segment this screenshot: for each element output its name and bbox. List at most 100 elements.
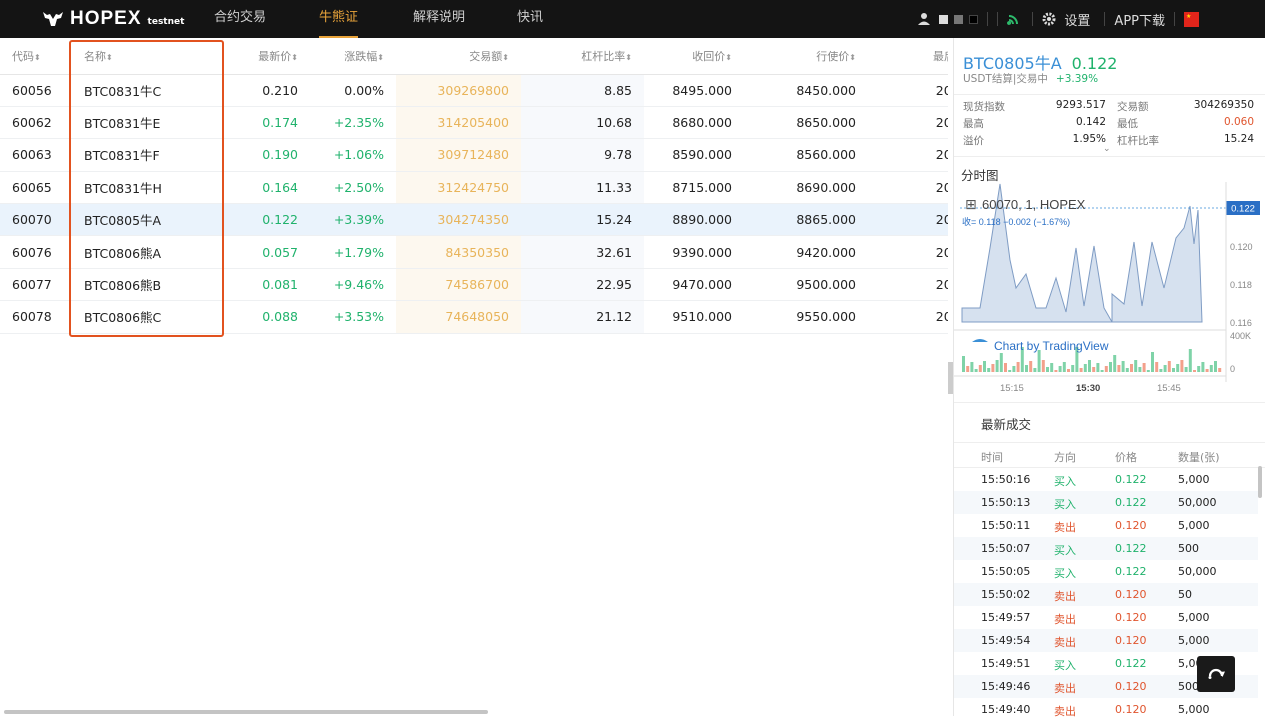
- settlement-status: USDT结算|交易中: [963, 73, 1048, 85]
- chart-close-readout: 收= 0.118 −0.002 (−1.67%): [962, 216, 1070, 227]
- col-leverage[interactable]: 杠杆比率⬍: [521, 38, 644, 75]
- trade-qty: 5,000: [1178, 634, 1210, 647]
- trade-price: 0.120: [1115, 588, 1147, 601]
- trade-time: 15:50:11: [981, 519, 1031, 532]
- trade-qty: 500: [1178, 680, 1199, 693]
- settings-link[interactable]: 设置: [1064, 10, 1090, 29]
- nav-news[interactable]: 快讯: [517, 0, 543, 38]
- volume-bar: [1205, 369, 1209, 372]
- cell-strike: 9500.000: [744, 268, 868, 302]
- volume-bar: [978, 365, 982, 372]
- cell-date: 2020-08: [868, 106, 948, 140]
- gear-icon[interactable]: [1042, 12, 1056, 26]
- trade-row: 15:50:07 买入 0.122 500: [954, 537, 1258, 560]
- table-row[interactable]: 60070 BTC0805牛A 0.122 +3.39% 304274350 15.24 8…: [0, 203, 948, 237]
- table-row[interactable]: 60062 BTC0831牛E 0.174 +2.35% 314205400 10.68 8…: [0, 106, 948, 140]
- nav-explanation[interactable]: 解释说明: [413, 0, 465, 38]
- volume-bar: [1117, 365, 1121, 372]
- cell-name: BTC0806熊A: [70, 235, 222, 269]
- trade-qty: 500: [1178, 542, 1199, 555]
- volume-bar: [1104, 366, 1108, 372]
- cell-change: +3.53%: [310, 300, 396, 334]
- col-volume[interactable]: 交易额⬍: [396, 38, 521, 75]
- trades-title: 最新成交: [981, 417, 1032, 432]
- chart-legend: 60070, 1, HOPEX: [982, 197, 1086, 212]
- trade-time: 15:50:05: [981, 565, 1031, 578]
- volume-bar: [999, 353, 1003, 372]
- col-last-trade-date[interactable]: 最后交易日: [868, 38, 948, 75]
- volume-bar: [1201, 362, 1205, 372]
- col-strike-price[interactable]: 行使价⬍: [744, 38, 868, 75]
- divider: [954, 94, 1265, 95]
- status-block-icon: [954, 14, 964, 24]
- volume-bar: [1041, 360, 1045, 372]
- trade-qty: 5,000: [1178, 611, 1210, 624]
- cell-code: 60076: [0, 235, 70, 269]
- cell-date: 2020-08: [868, 268, 948, 302]
- volume-bar: [1130, 364, 1133, 372]
- volume-bar: [1142, 363, 1146, 372]
- col-recall-price[interactable]: 收回价⬍: [644, 38, 744, 75]
- trades-scrollbar[interactable]: [1258, 466, 1262, 498]
- trade-row: 15:50:16 买入 0.122 5,000: [954, 468, 1258, 491]
- user-icon[interactable]: [917, 12, 931, 26]
- cell-date: 2020-08: [868, 235, 948, 269]
- cell-volume: 74586700: [396, 268, 521, 302]
- time-axis-label: 15:15: [1000, 383, 1024, 394]
- symbol-status: USDT结算|交易中 +3.39%: [963, 71, 1098, 86]
- nav-cbbc[interactable]: 牛熊证: [319, 0, 359, 38]
- logo-sub: testnet: [147, 17, 185, 27]
- cell-recall: 9470.000: [644, 268, 744, 302]
- nav-contract-trading[interactable]: 合约交易: [214, 0, 266, 38]
- table-row[interactable]: 60077 BTC0806熊B 0.081 +9.46% 74586700 22.95 94…: [0, 268, 948, 302]
- intraday-chart[interactable]: 0.122 ⊞ 60070, 1, HOPEX 收= 0.118 −0.002 …: [954, 182, 1265, 402]
- volume-bar: [987, 368, 991, 372]
- divider: [1104, 12, 1106, 26]
- trade-time: 15:49:57: [981, 611, 1031, 624]
- cell-volume: 304274350: [396, 203, 521, 237]
- table-row[interactable]: 60056 BTC0831牛C 0.210 0.00% 309269800 8.85 849…: [0, 74, 948, 107]
- scrollbar-thumb[interactable]: [4, 710, 488, 714]
- low-value: 0.060: [1223, 116, 1254, 128]
- trade-row: 15:49:57 卖出 0.120 5,000: [954, 606, 1258, 629]
- volume-bar: [1100, 370, 1104, 372]
- table-header: 代码⬍ 名称⬍ 最新价⬍ 涨跌幅⬍ 交易额⬍ 杠杆比率⬍ 收回价⬍ 行使价⬍ 最…: [0, 38, 948, 75]
- volume-bar: [1046, 367, 1049, 372]
- logo[interactable]: HOPEX testnet: [42, 8, 184, 30]
- language-flag-icon[interactable]: ★: [1184, 11, 1199, 27]
- volume-bar: [1176, 364, 1180, 372]
- symbol-change: +3.39%: [1055, 73, 1099, 85]
- col-name[interactable]: 名称⬍: [70, 38, 222, 75]
- trades-col-qty: 数量(张): [1178, 451, 1220, 464]
- trade-time: 15:50:07: [981, 542, 1031, 555]
- refresh-button[interactable]: [1197, 656, 1235, 692]
- table-row[interactable]: 60078 BTC0806熊C 0.088 +3.53% 74648050 21.12 95…: [0, 300, 948, 334]
- chevron-down-icon[interactable]: ⌄: [1103, 144, 1111, 154]
- volume-bar: [1058, 366, 1062, 372]
- trade-time: 15:50:16: [981, 473, 1031, 486]
- col-latest-price[interactable]: 最新价⬍: [222, 38, 310, 75]
- table-row[interactable]: 60076 BTC0806熊A 0.057 +1.79% 84350350 32.61 93…: [0, 235, 948, 269]
- cell-recall: 9510.000: [644, 300, 744, 334]
- trade-qty: 50,000: [1178, 496, 1217, 509]
- trade-price: 0.122: [1115, 473, 1147, 486]
- trades-col-price: 价格: [1115, 451, 1137, 464]
- trade-qty: 5,000: [1178, 473, 1210, 486]
- volume-bar: [1138, 367, 1142, 372]
- spot-index-label: 现货指数: [963, 101, 1005, 113]
- trade-price: 0.120: [1115, 634, 1147, 647]
- col-change[interactable]: 涨跌幅⬍: [310, 38, 396, 75]
- app-download-link[interactable]: APP下载: [1114, 10, 1165, 29]
- volume-bar: [1109, 362, 1112, 372]
- horizontal-scrollbar[interactable]: [0, 708, 948, 716]
- divider: [997, 12, 999, 26]
- table-row[interactable]: 60063 BTC0831牛F 0.190 +1.06% 309712480 9.78 85…: [0, 138, 948, 172]
- volume-bar: [1012, 366, 1016, 372]
- volume-axis-label: 0: [1230, 364, 1235, 374]
- volume-bar: [1079, 368, 1083, 372]
- cell-price: 0.088: [222, 300, 310, 334]
- trade-price: 0.122: [1115, 542, 1147, 555]
- col-code[interactable]: 代码⬍: [0, 38, 70, 75]
- table-row[interactable]: 60065 BTC0831牛H 0.164 +2.50% 312424750 11.33 8…: [0, 171, 948, 205]
- volume-bar: [1218, 368, 1222, 372]
